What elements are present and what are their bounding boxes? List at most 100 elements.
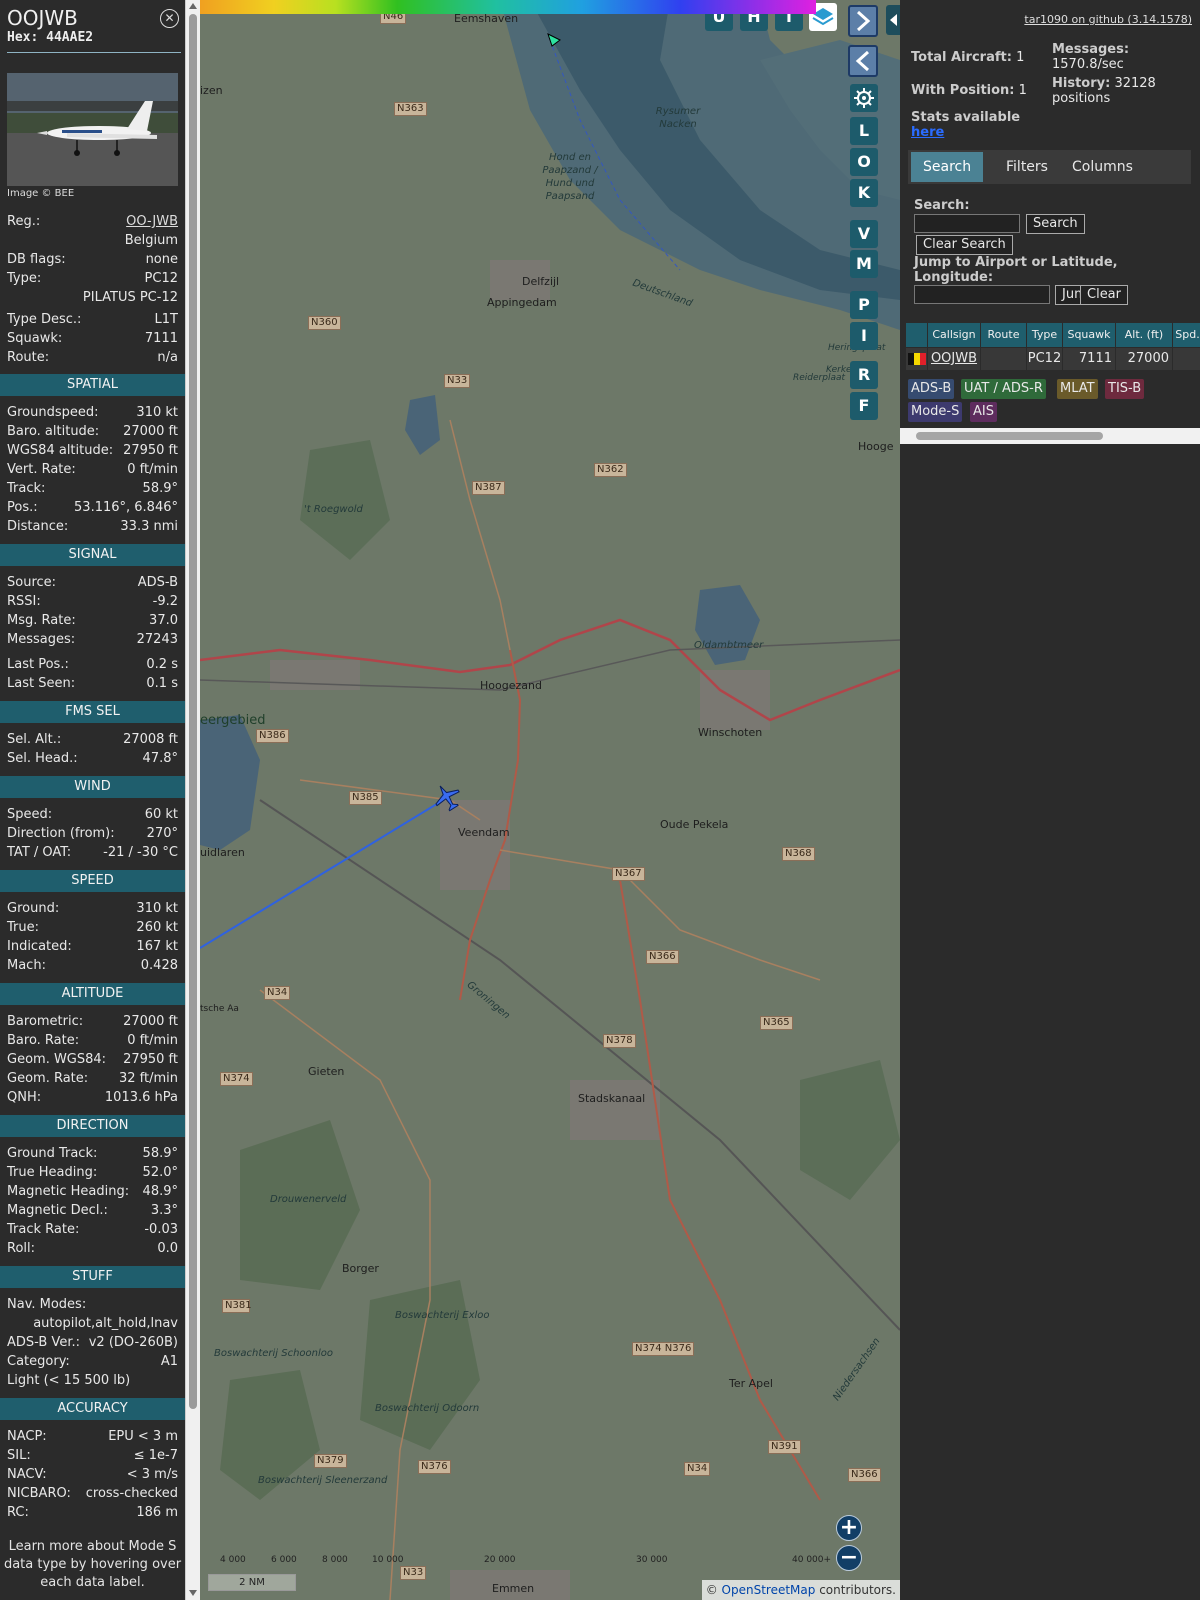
map-place-label: Boswachterij Exloo [395, 1310, 490, 1321]
clear-button[interactable]: Clear [1080, 285, 1128, 305]
button-v[interactable]: V [850, 220, 878, 248]
github-link[interactable]: tar1090 on github (3.14.1578) [1024, 13, 1192, 26]
openstreetmap-link[interactable]: OpenStreetMap [722, 1583, 816, 1597]
info-value: A1 [160, 1354, 178, 1369]
source-uat-adsr[interactable]: UAT / ADS-R [961, 379, 1046, 399]
road-shield: N385 [349, 791, 382, 805]
map-place-label: Reiderplaat [793, 373, 846, 383]
table-header-alt-ft[interactable]: Alt. (ft) [1116, 323, 1173, 347]
button-i[interactable]: I [850, 322, 878, 350]
stats-label: Stats available [911, 110, 1021, 125]
table-header-spd[interactable]: Spd. [1173, 323, 1200, 347]
section-header-wind[interactable]: WIND [0, 776, 185, 798]
button-o[interactable]: O [850, 148, 878, 176]
altitude-tick-label: 4 000 [220, 1555, 246, 1565]
attribution-suffix: contributors. [815, 1583, 896, 1597]
info-key: Baro. altitude: [7, 424, 100, 439]
hex-label: Hex: [7, 30, 39, 45]
info-key: Reg.: [7, 214, 41, 229]
road-shield: N33 [400, 1566, 427, 1580]
table-header-type[interactable]: Type [1027, 323, 1063, 347]
tab-columns[interactable]: Columns [1060, 152, 1145, 182]
info-key: Nav. Modes: [7, 1297, 87, 1312]
table-horizontal-scrollbar[interactable] [900, 428, 1200, 444]
map-place-label: Emmen [492, 1582, 535, 1595]
horizontal-scrollbar-thumb[interactable] [916, 432, 1103, 440]
section-header-speed[interactable]: SPEED [0, 870, 185, 892]
map-place-label: Gieten [308, 1065, 345, 1078]
scrollbar-thumb[interactable] [189, 14, 197, 1409]
section-header-accuracy[interactable]: ACCURACY [0, 1398, 185, 1420]
info-value: ADS-B [137, 575, 178, 590]
registration-link[interactable]: OO-JWB [126, 212, 178, 231]
section-header-signal[interactable]: SIGNAL [0, 544, 185, 566]
source-adsb[interactable]: ADS-B [908, 379, 955, 399]
zoom-out-button[interactable]: − [836, 1545, 862, 1571]
tab-search[interactable]: Search [911, 152, 984, 182]
info-key: Last Pos.: [7, 657, 69, 672]
zoom-in-button[interactable]: + [836, 1515, 862, 1541]
altitude-tick-label: 8 000 [322, 1555, 348, 1565]
scroll-down-icon[interactable] [189, 1590, 197, 1596]
button-f[interactable]: F [850, 392, 878, 420]
button-l[interactable]: L [850, 117, 878, 145]
button-p[interactable]: P [850, 291, 878, 319]
aircraft-photo[interactable] [7, 73, 178, 186]
expand-right-icon[interactable] [848, 5, 878, 37]
settings-gear-icon[interactable] [850, 84, 878, 112]
info-key: True Heading: [7, 1165, 98, 1180]
info-value: 48.9° [142, 1184, 178, 1199]
section-header-fms-sel[interactable]: FMS SEL [0, 701, 185, 723]
stats-here-link[interactable]: here [911, 125, 944, 140]
info-key: Sel. Alt.: [7, 732, 62, 747]
button-m[interactable]: M [850, 250, 878, 278]
road-shield: N360 [308, 316, 341, 330]
info-key: Track: [7, 481, 46, 496]
source-mlat[interactable]: MLAT [1057, 379, 1098, 399]
info-value: 3.3° [150, 1203, 178, 1218]
section-header-direction[interactable]: DIRECTION [0, 1115, 185, 1137]
info-value: 58.9° [142, 481, 178, 496]
map-attribution: © OpenStreetMap contributors. [701, 1580, 900, 1600]
collapse-left-icon[interactable] [848, 45, 878, 77]
source-tisb[interactable]: TIS-B [1105, 379, 1145, 399]
info-key: Track Rate: [7, 1222, 80, 1237]
map-view[interactable]: Eemshaven Delfzijl Appingedam Hoogezand Wins… [200, 0, 900, 1600]
search-button[interactable]: Search [1026, 214, 1085, 234]
section-header-spatial[interactable]: SPATIAL [0, 374, 185, 396]
info-key: Magnetic Heading: [7, 1184, 130, 1199]
info-key: Light (< 15 500 lb) [7, 1373, 131, 1388]
map-place-label: Appingedam [487, 296, 557, 309]
toggle-sidebar-icon[interactable] [886, 5, 900, 35]
info-value: cross-checked [85, 1486, 178, 1501]
close-icon[interactable]: ✕ [160, 9, 179, 28]
button-k[interactable]: K [850, 179, 878, 207]
right-sidebar: tar1090 on github (3.14.1578) Total Airc… [900, 0, 1200, 1600]
row-callsign-link[interactable]: OOJWB [928, 348, 981, 370]
info-value: 0.1 s [146, 676, 178, 691]
info-value: EPU < 3 m [108, 1429, 178, 1444]
table-header-route[interactable]: Route [981, 323, 1027, 347]
panel-tabs: Search Filters Columns [908, 150, 1191, 184]
scroll-up-icon[interactable] [189, 3, 197, 9]
info-key: RC: [7, 1505, 29, 1520]
source-ais[interactable]: AIS [970, 402, 997, 422]
info-value: 58.9° [142, 1146, 178, 1161]
jump-input[interactable] [914, 285, 1050, 304]
info-value: 0 ft/min [127, 462, 178, 477]
vertical-scrollbar[interactable] [185, 0, 200, 1600]
total-aircraft: Total Aircraft: 1 [911, 50, 1024, 65]
table-header-callsign[interactable]: Callsign [928, 323, 981, 347]
tab-filters[interactable]: Filters [994, 152, 1060, 182]
info-key: Geom. Rate: [7, 1071, 89, 1086]
button-r[interactable]: R [850, 361, 878, 389]
clear-search-button[interactable]: Clear Search [916, 235, 1013, 255]
info-value: PC12 [144, 271, 178, 286]
search-input[interactable] [914, 214, 1020, 233]
info-key: Mach: [7, 958, 46, 973]
section-header-altitude[interactable]: ALTITUDE [0, 983, 185, 1005]
table-header-squawk[interactable]: Squawk [1063, 323, 1116, 347]
source-modes[interactable]: Mode-S [908, 402, 963, 422]
total-aircraft-value: 1 [1016, 50, 1025, 65]
section-header-stuff[interactable]: STUFF [0, 1266, 185, 1288]
